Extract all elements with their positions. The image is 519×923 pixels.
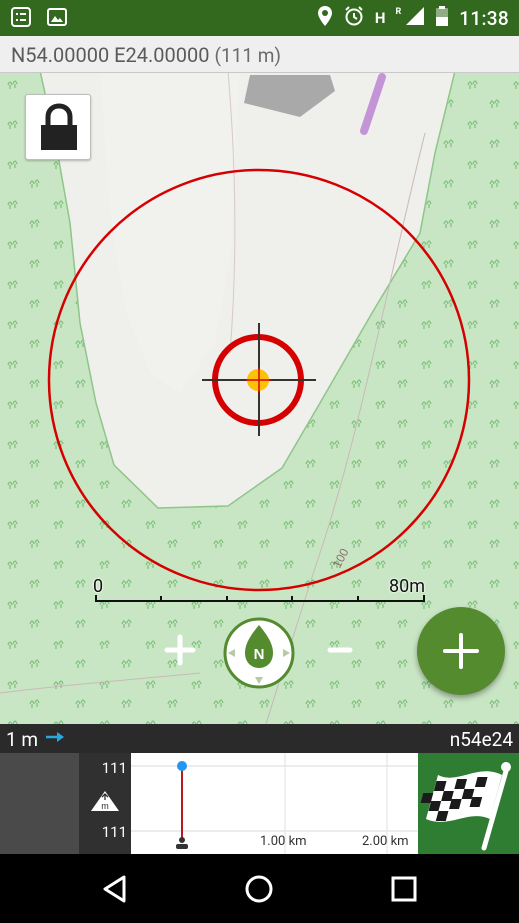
clock: 11:38 bbox=[459, 6, 509, 30]
recents-icon bbox=[386, 876, 422, 911]
coordinates-value: N54.00000 E24.00000 bbox=[11, 43, 210, 67]
distance-tick-2: 2.00 km bbox=[362, 834, 409, 849]
distance-label: 1 m bbox=[6, 728, 39, 751]
signal-icon bbox=[405, 6, 425, 30]
status-left-icons bbox=[10, 6, 68, 32]
status-bar: H R 11:38 bbox=[0, 0, 519, 36]
system-navigation-bar bbox=[0, 854, 519, 923]
zoom-in-button[interactable] bbox=[160, 630, 200, 670]
network-type-label: H bbox=[374, 9, 386, 27]
add-waypoint-button[interactable] bbox=[417, 607, 505, 695]
minus-icon bbox=[320, 647, 360, 674]
elevation-min-label: 111 bbox=[101, 823, 127, 841]
compass-button[interactable]: N bbox=[222, 616, 296, 690]
distance-tick-1: 1.00 km bbox=[260, 834, 307, 849]
elevation-header: 1 m n54e24 bbox=[0, 724, 519, 753]
elevation-unit-label: m bbox=[101, 801, 109, 811]
scale-start-label: 0 bbox=[93, 576, 104, 597]
roaming-label: R bbox=[395, 7, 402, 17]
image-icon bbox=[46, 6, 68, 32]
add-icon bbox=[417, 633, 505, 699]
lock-map-button[interactable] bbox=[25, 94, 91, 160]
scale-bar: 0 80m bbox=[93, 576, 429, 606]
back-icon bbox=[97, 875, 133, 911]
nav-recents-button[interactable] bbox=[386, 871, 422, 907]
person-icon bbox=[176, 837, 188, 849]
nav-home-button[interactable] bbox=[241, 871, 277, 907]
accuracy-value: (111 m) bbox=[214, 44, 282, 67]
elevation-max-label: 111 bbox=[101, 759, 127, 777]
plus-icon bbox=[160, 634, 200, 674]
coordinate-readout: N54.00000 E24.00000 (111 m) bbox=[11, 43, 281, 67]
location-icon bbox=[317, 5, 333, 31]
scale-end-label: 80m bbox=[388, 576, 425, 597]
finish-flag-button[interactable] bbox=[418, 753, 519, 854]
home-icon bbox=[241, 875, 277, 911]
status-right-icons: H R 11:38 bbox=[317, 0, 509, 36]
elevation-panel: 111 m 111 1.00 km 2.00 km bbox=[0, 753, 519, 854]
zoom-out-button[interactable] bbox=[320, 630, 360, 670]
notification-list-icon bbox=[10, 6, 32, 32]
lock-icon bbox=[26, 103, 92, 165]
elevation-chart[interactable]: 1.00 km 2.00 km bbox=[131, 753, 418, 854]
compass-north-label: N bbox=[254, 646, 265, 663]
track-name: n54e24 bbox=[449, 728, 513, 751]
elevation-panel-handle[interactable] bbox=[0, 753, 79, 854]
coordinate-bar[interactable]: N54.00000 E24.00000 (111 m) bbox=[0, 36, 519, 73]
elevation-axis: 111 m 111 bbox=[79, 753, 131, 854]
mountain-icon: m bbox=[89, 789, 121, 817]
map-view[interactable]: 100 0 80m N bbox=[0, 73, 519, 724]
nav-back-button[interactable] bbox=[97, 871, 133, 907]
battery-icon bbox=[435, 5, 449, 31]
arrow-right-icon bbox=[45, 729, 65, 749]
alarm-icon bbox=[343, 5, 365, 31]
